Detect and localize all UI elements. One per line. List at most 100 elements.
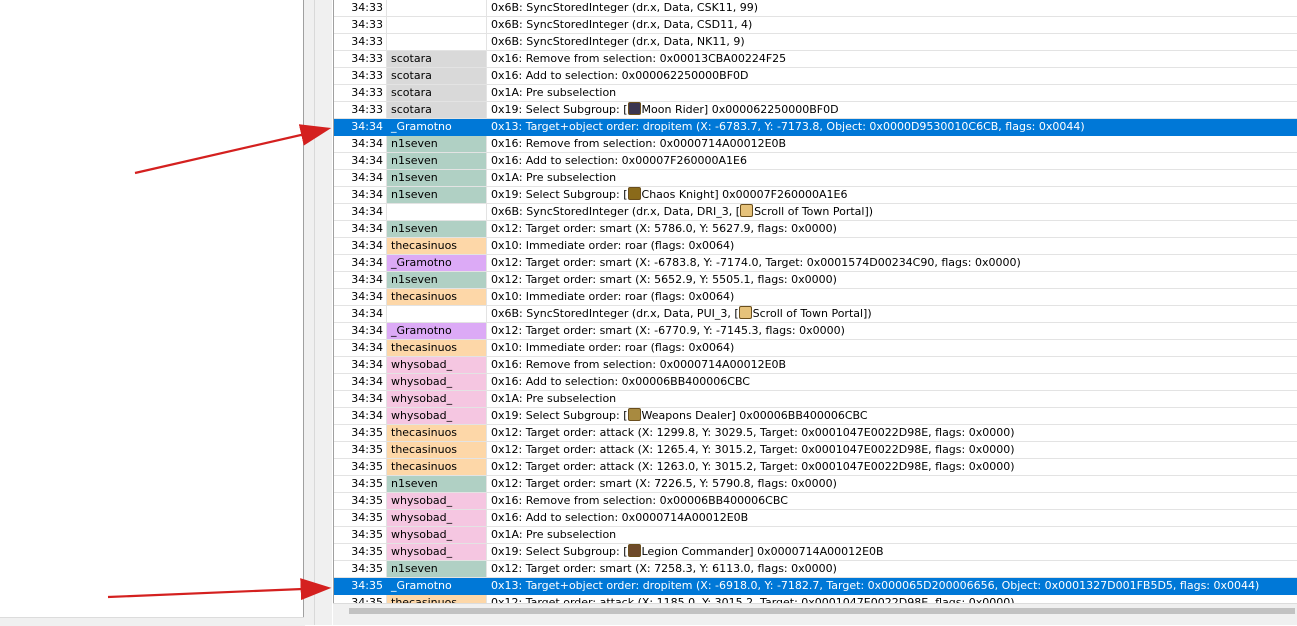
action-cell: 0x6B: SyncStoredInteger (dr.x, Data, PUI…	[487, 306, 1297, 322]
time-cell: 34:33	[334, 0, 387, 16]
table-row[interactable]: 34:34 0x6B: SyncStoredInteger (dr.x, Data…	[334, 306, 1297, 323]
table-row[interactable]: 34:33 0x6B: SyncStoredInteger (dr.x, Data…	[334, 34, 1297, 51]
table-row[interactable]: 34:34 thecasinuos 0x10: Immediate order: r…	[334, 289, 1297, 306]
table-row[interactable]: 34:33 scotara 0x16: Remove from selection:…	[334, 51, 1297, 68]
table-row[interactable]: 34:35 thecasinuos 0x12: Target order: atta…	[334, 425, 1297, 442]
action-cell: 0x1A: Pre subselection	[491, 171, 617, 184]
weapons-dealer-icon	[627, 408, 641, 421]
action-text-prefix: 0x19: Select Subgroup: [	[491, 103, 628, 116]
table-row[interactable]: 34:34 _Gramotno 0x13: Target+object order:…	[334, 119, 1297, 136]
action-cell: 0x16: Add to selection: 0x00006BB400006C…	[491, 375, 750, 388]
table-row[interactable]: 34:34 n1seven 0x12: Target order: smart (X…	[334, 272, 1297, 289]
action-cell: 0x19: Select Subgroup: [ Legion Commander…	[487, 544, 1297, 560]
action-cell: 0x16: Add to selection: 0x0000714A00012E…	[491, 511, 749, 524]
player-cell: _Gramotno	[387, 119, 487, 135]
table-row[interactable]: 34:35 whysobad_ 0x1A: Pre subselection	[334, 527, 1297, 544]
horizontal-scrollbar[interactable]	[333, 603, 1297, 618]
action-cell: 0x16: Remove from selection: 0x00013CBA0…	[491, 52, 787, 65]
table-row[interactable]: 34:34 _Gramotno 0x12: Target order: smart …	[334, 255, 1297, 272]
table-row[interactable]: 34:35 thecasinuos 0x12: Target order: atta…	[334, 595, 1297, 603]
table-row[interactable]: 34:34 whysobad_ 0x19: Select Subgroup: [We…	[334, 408, 1297, 425]
table-row[interactable]: 34:35 _Gramotno 0x13: Target+object order:…	[334, 578, 1297, 595]
table-row[interactable]: 34:34 n1seven 0x16: Add to selection: 0x00…	[334, 153, 1297, 170]
action-text-suffix: Legion Commander] 0x0000714A00012E0B	[641, 545, 884, 558]
player-cell: n1seven	[387, 187, 487, 203]
time-cell: 34:35	[334, 561, 387, 577]
table-row[interactable]: 34:34 n1seven 0x16: Remove from selection:…	[334, 136, 1297, 153]
time-cell: 34:35	[334, 510, 387, 526]
action-text-prefix: 0x19: Select Subgroup: [	[491, 545, 628, 558]
table-row[interactable]: 34:34 n1seven 0x19: Select Subgroup: [Chao…	[334, 187, 1297, 204]
table-row[interactable]: 34:34 _Gramotno 0x12: Target order: smart …	[334, 323, 1297, 340]
action-cell: 0x19: Select Subgroup: [Chaos Knight] 0x…	[487, 187, 1297, 203]
time-cell: 34:33	[334, 85, 387, 101]
table-row[interactable]: 34:34 n1seven 0x12: Target order: smart (X…	[334, 221, 1297, 238]
player-cell	[387, 34, 487, 50]
player-cell: scotara	[387, 68, 487, 84]
time-cell: 34:34	[334, 153, 387, 169]
table-row[interactable]: 34:35 whysobad_ 0x19: Select Subgroup: [Le…	[334, 544, 1297, 561]
table-row[interactable]: 34:33 0x6B: SyncStoredInteger (dr.x, Data…	[334, 17, 1297, 34]
action-cell: 0x12: Target order: smart (X: 7226.5, Y:…	[491, 477, 837, 490]
time-cell: 34:34	[334, 323, 387, 339]
player-cell: _Gramotno	[387, 323, 487, 339]
time-cell: 34:34	[334, 306, 387, 322]
time-cell: 34:34	[334, 408, 387, 424]
table-row[interactable]: 34:34 n1seven 0x1A: Pre subselection	[334, 170, 1297, 187]
player-cell: thecasinuos	[387, 425, 487, 441]
time-cell: 34:35	[334, 578, 387, 594]
table-row[interactable]: 34:35 whysobad_ 0x16: Remove from selectio…	[334, 493, 1297, 510]
player-cell: thecasinuos	[387, 289, 487, 305]
table-row[interactable]: 34:34 thecasinuos 0x10: Immediate order: r…	[334, 238, 1297, 255]
table-row[interactable]: 34:35 thecasinuos 0x12: Target order: atta…	[334, 459, 1297, 476]
action-cell: 0x12: Target order: smart (X: 7258.3, Y:…	[491, 562, 837, 575]
time-cell: 34:35	[334, 425, 387, 441]
action-cell: 0x16: Add to selection: 0x00007F260000A1…	[491, 154, 747, 167]
action-cell: 0x12: Target order: attack (X: 1265.4, Y…	[491, 443, 1015, 456]
time-cell: 34:35	[334, 493, 387, 509]
action-text-suffix: Scroll of Town Portal])	[754, 205, 874, 218]
player-cell: n1seven	[387, 153, 487, 169]
action-cell: 0x12: Target order: smart (X: -6783.8, Y…	[491, 256, 1021, 269]
time-cell: 34:34	[334, 136, 387, 152]
horizontal-scrollbar-thumb[interactable]	[349, 608, 1295, 614]
table-row[interactable]: 34:34 whysobad_ 0x16: Add to selection: 0x…	[334, 374, 1297, 391]
table-row[interactable]: 34:33 scotara 0x19: Select Subgroup: [Moon…	[334, 102, 1297, 119]
table-row[interactable]: 34:35 thecasinuos 0x12: Target order: atta…	[334, 442, 1297, 459]
action-cell: 0x12: Target order: smart (X: 5786.0, Y:…	[491, 222, 837, 235]
chaos-knight-icon	[627, 187, 641, 200]
table-row[interactable]: 34:34 0x6B: SyncStoredInteger (dr.x, Data…	[334, 204, 1297, 221]
table-row[interactable]: 34:34 whysobad_ 0x1A: Pre subselection	[334, 391, 1297, 408]
action-text-prefix: 0x19: Select Subgroup: [	[491, 188, 628, 201]
action-text-suffix: Weapons Dealer] 0x00006BB400006CBC	[641, 409, 868, 422]
grid-gutter	[315, 0, 332, 625]
table-row[interactable]: 34:33 scotara 0x1A: Pre subselection	[334, 85, 1297, 102]
player-cell: n1seven	[387, 561, 487, 577]
action-cell: 0x12: Target order: attack (X: 1263.0, Y…	[491, 460, 1015, 473]
player-cell: whysobad_	[387, 374, 487, 390]
table-row[interactable]: 34:33 0x6B: SyncStoredInteger (dr.x, Data…	[334, 0, 1297, 17]
time-cell: 34:35	[334, 459, 387, 475]
table-row[interactable]: 34:35 whysobad_ 0x16: Add to selection: 0x…	[334, 510, 1297, 527]
table-row[interactable]: 34:34 whysobad_ 0x16: Remove from selectio…	[334, 357, 1297, 374]
time-cell: 34:34	[334, 255, 387, 271]
action-text-suffix: Moon Rider] 0x000062250000BF0D	[641, 103, 839, 116]
scroll-icon	[738, 306, 752, 319]
action-text-suffix: Scroll of Town Portal])	[752, 307, 872, 320]
time-cell: 34:34	[334, 204, 387, 220]
time-cell: 34:35	[334, 544, 387, 560]
pane-splitter[interactable]	[304, 0, 314, 625]
table-row[interactable]: 34:34 thecasinuos 0x10: Immediate order: r…	[334, 340, 1297, 357]
action-text-prefix: 0x6B: SyncStoredInteger (dr.x, Data, DRI…	[491, 205, 741, 218]
player-cell: _Gramotno	[387, 255, 487, 271]
time-cell: 34:34	[334, 221, 387, 237]
table-row[interactable]: 34:35 n1seven 0x12: Target order: smart (X…	[334, 476, 1297, 493]
action-cell: 0x6B: SyncStoredInteger (dr.x, Data, CSK…	[491, 1, 759, 14]
player-cell	[387, 204, 487, 220]
time-cell: 34:35	[334, 476, 387, 492]
action-cell: 0x1A: Pre subselection	[491, 86, 617, 99]
time-cell: 34:33	[334, 51, 387, 67]
action-log-grid[interactable]: 34:33 0x6B: SyncStoredInteger (dr.x, Data…	[333, 0, 1297, 603]
table-row[interactable]: 34:33 scotara 0x16: Add to selection: 0x00…	[334, 68, 1297, 85]
table-row[interactable]: 34:35 n1seven 0x12: Target order: smart (X…	[334, 561, 1297, 578]
